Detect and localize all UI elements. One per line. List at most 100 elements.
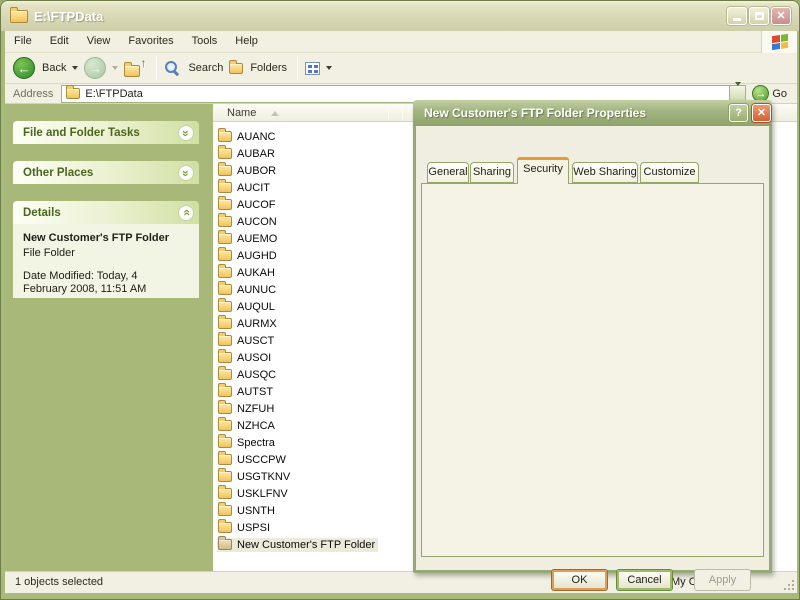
- minimize-button[interactable]: [727, 7, 747, 25]
- row-content[interactable]: AUEMO: [217, 232, 280, 246]
- file-row[interactable]: AUSOI: [217, 349, 274, 366]
- menu-item-favorites[interactable]: Favorites: [119, 31, 182, 52]
- menu-item-tools[interactable]: Tools: [183, 31, 227, 52]
- selected-row-content[interactable]: New Customer's FTP Folder: [217, 538, 378, 552]
- row-content[interactable]: Spectra: [217, 436, 278, 450]
- file-row[interactable]: NZFUH: [217, 400, 277, 417]
- folder-icon: [218, 131, 232, 142]
- row-content[interactable]: AUSOI: [217, 351, 274, 365]
- panel-title: Details: [13, 207, 178, 219]
- row-content[interactable]: AUTST: [217, 385, 276, 399]
- column-header-name[interactable]: Name: [213, 104, 388, 122]
- row-content[interactable]: AUQUL: [217, 300, 278, 314]
- tab-web-sharing[interactable]: Web Sharing: [572, 162, 638, 183]
- resize-grip[interactable]: [783, 579, 795, 591]
- file-row[interactable]: Spectra: [217, 434, 278, 451]
- row-content[interactable]: AURMX: [217, 317, 280, 331]
- panel-file-folder-tasks[interactable]: File and Folder Tasks »: [13, 121, 199, 144]
- row-content[interactable]: AUBOR: [217, 164, 279, 178]
- file-row[interactable]: USGTKNV: [217, 468, 293, 485]
- tab-sharing[interactable]: Sharing: [470, 162, 514, 183]
- folder-icon: [218, 233, 232, 244]
- file-row[interactable]: AUSCT: [217, 332, 277, 349]
- tab-security[interactable]: Security: [517, 157, 569, 184]
- row-content[interactable]: AUSQC: [217, 368, 279, 382]
- status-bar: 1 objects selected My Computer: [5, 571, 797, 593]
- file-row[interactable]: NZHCA: [217, 417, 278, 434]
- file-row[interactable]: AUANC: [217, 128, 279, 145]
- column-name-label: Name: [227, 107, 256, 119]
- file-row[interactable]: AURMX: [217, 315, 280, 332]
- file-row[interactable]: AUCIT: [217, 179, 273, 196]
- file-row[interactable]: AUSQC: [217, 366, 279, 383]
- back-dropdown-icon[interactable]: [72, 66, 78, 70]
- row-content[interactable]: USKLFNV: [217, 487, 291, 501]
- file-row[interactable]: AUGHD: [217, 247, 280, 264]
- close-button[interactable]: ✕: [771, 7, 791, 25]
- column-divider[interactable]: [388, 106, 389, 120]
- chevron-up-icon[interactable]: »: [178, 205, 194, 221]
- ok-button[interactable]: OK: [551, 569, 608, 591]
- file-name-label: USNTH: [237, 505, 275, 517]
- row-content[interactable]: NZHCA: [217, 419, 278, 433]
- row-content[interactable]: AUCIT: [217, 181, 273, 195]
- row-content[interactable]: USPSI: [217, 521, 273, 535]
- row-content[interactable]: AUKAH: [217, 266, 278, 280]
- file-row[interactable]: AUKAH: [217, 264, 278, 281]
- file-name-label: AUCOF: [237, 199, 276, 211]
- file-row[interactable]: AUBAR: [217, 145, 278, 162]
- file-row[interactable]: AUEMO: [217, 230, 280, 247]
- maximize-button[interactable]: [749, 7, 769, 25]
- row-content[interactable]: AUGHD: [217, 249, 280, 263]
- file-row[interactable]: AUCOF: [217, 196, 279, 213]
- menu-item-file[interactable]: File: [5, 31, 41, 52]
- menu-item-view[interactable]: View: [78, 31, 120, 52]
- row-content[interactable]: USGTKNV: [217, 470, 293, 484]
- chevron-down-icon[interactable]: »: [178, 165, 194, 181]
- file-row[interactable]: AUBOR: [217, 162, 279, 179]
- menu-item-help[interactable]: Help: [226, 31, 267, 52]
- row-content[interactable]: AUNUC: [217, 283, 279, 297]
- file-row[interactable]: USKLFNV: [217, 485, 291, 502]
- forward-button[interactable]: →: [84, 57, 118, 79]
- panel-other-places[interactable]: Other Places »: [13, 161, 199, 184]
- details-folder-type: File Folder: [23, 247, 189, 260]
- column-divider[interactable]: [402, 106, 403, 120]
- file-row[interactable]: AUNUC: [217, 281, 279, 298]
- row-content[interactable]: AUANC: [217, 130, 279, 144]
- search-button[interactable]: Search: [164, 60, 223, 77]
- file-row[interactable]: USCCPW: [217, 451, 289, 468]
- folder-icon: [218, 437, 232, 448]
- menu-item-edit[interactable]: Edit: [41, 31, 78, 52]
- panel-details[interactable]: Details »: [13, 201, 199, 224]
- views-button[interactable]: [305, 62, 332, 75]
- file-row[interactable]: USNTH: [217, 502, 278, 519]
- file-row[interactable]: New Customer's FTP Folder: [217, 536, 378, 553]
- dialog-close-button[interactable]: ✕: [752, 104, 771, 122]
- folders-button[interactable]: Folders: [229, 62, 287, 74]
- details-folder-name: New Customer's FTP Folder: [23, 232, 189, 245]
- views-dropdown-icon[interactable]: [326, 66, 332, 70]
- folder-icon: [218, 420, 232, 431]
- file-row[interactable]: AUQUL: [217, 298, 278, 315]
- row-content[interactable]: AUBAR: [217, 147, 278, 161]
- row-content[interactable]: AUCOF: [217, 198, 279, 212]
- file-row[interactable]: USPSI: [217, 519, 273, 536]
- tab-general[interactable]: General: [427, 162, 469, 183]
- back-label: Back: [42, 62, 66, 74]
- file-row[interactable]: AUCON: [217, 213, 280, 230]
- dialog-help-button[interactable]: ?: [729, 104, 748, 122]
- tab-customize[interactable]: Customize: [640, 162, 699, 183]
- row-content[interactable]: USNTH: [217, 504, 278, 518]
- file-row[interactable]: AUTST: [217, 383, 276, 400]
- row-content[interactable]: USCCPW: [217, 453, 289, 467]
- back-button[interactable]: ← Back: [13, 57, 78, 79]
- up-button[interactable]: ↑: [124, 58, 146, 78]
- row-content[interactable]: AUCON: [217, 215, 280, 229]
- row-content[interactable]: NZFUH: [217, 402, 277, 416]
- chevron-down-icon[interactable]: »: [178, 125, 194, 141]
- cancel-button[interactable]: Cancel: [616, 569, 673, 591]
- folder-icon: [218, 386, 232, 397]
- row-content[interactable]: AUSCT: [217, 334, 277, 348]
- go-label[interactable]: Go: [772, 88, 787, 100]
